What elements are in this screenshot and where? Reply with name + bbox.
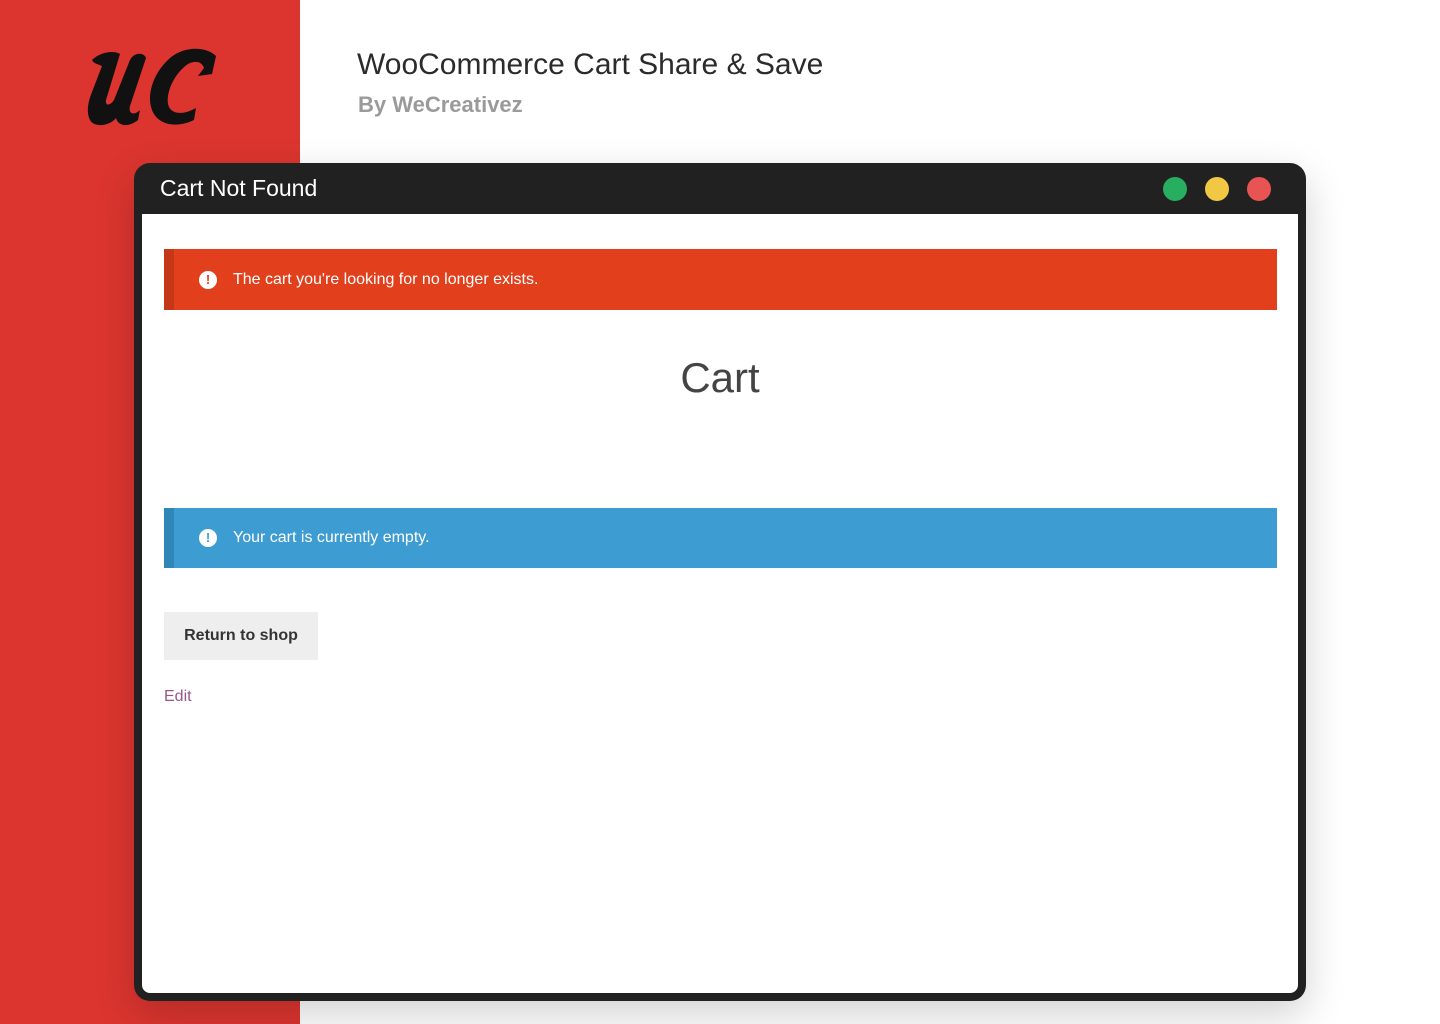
page-viewport: ! The cart you're looking for no longer … [142,214,1298,993]
exclamation-circle-icon: ! [199,270,217,289]
return-to-shop-button[interactable]: Return to shop [164,612,318,660]
error-notice-accent [164,249,174,310]
window-yellow-dot[interactable] [1205,177,1229,201]
page-title: Cart [680,354,760,401]
window-red-dot[interactable] [1247,177,1271,201]
info-notice: ! Your cart is currently empty. [164,508,1277,568]
window-title: Cart Not Found [160,175,318,201]
exclamation-circle-icon: ! [199,529,217,547]
error-notice: ! The cart you're looking for no longer … [164,249,1277,310]
window-green-dot[interactable] [1163,177,1187,201]
info-notice-text: Your cart is currently empty. [233,529,430,546]
edit-link[interactable]: Edit [164,688,192,706]
info-notice-accent [164,508,174,568]
brand-logo [78,40,222,130]
error-notice-text: The cart you're looking for no longer ex… [233,270,539,288]
uc-logo-mark [87,48,216,126]
browser-window: Cart Not Found ! The cart you're looking… [134,163,1306,1001]
plugin-title: WooCommerce Cart Share & Save [357,48,824,81]
presentation-canvas: WooCommerce Cart Share & Save By WeCreat… [0,0,1440,1024]
plugin-author: By WeCreativez [358,92,523,117]
